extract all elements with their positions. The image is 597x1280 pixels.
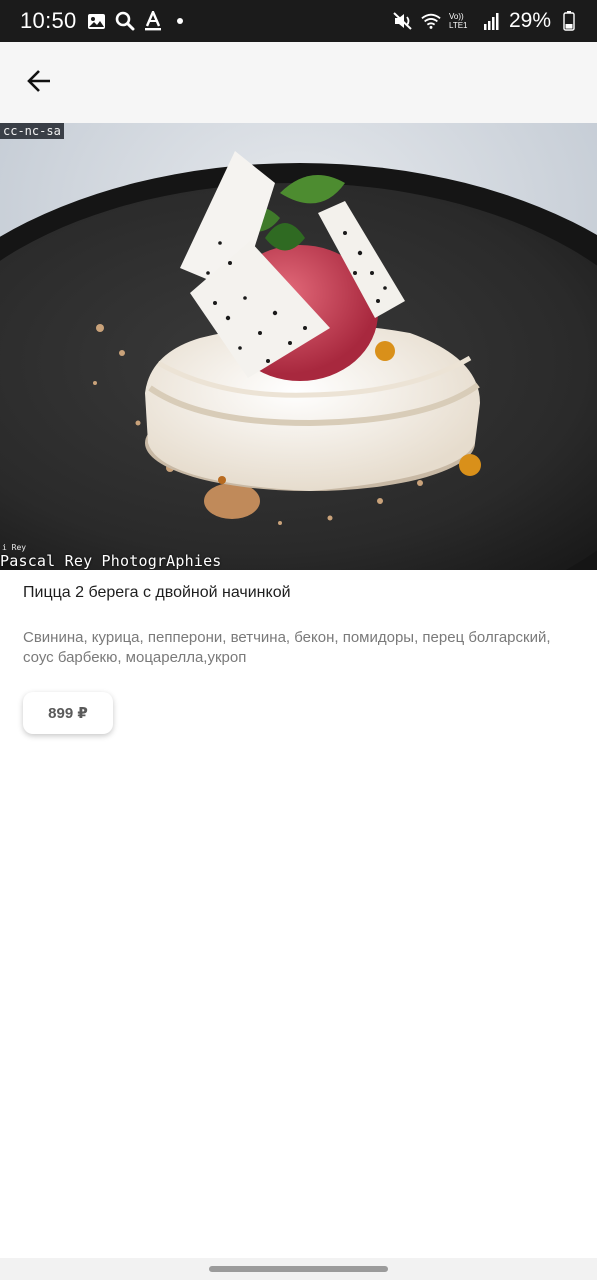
dessert-photo — [0, 123, 597, 570]
search-icon — [115, 11, 135, 31]
text-format-icon — [143, 11, 163, 31]
photo-credit-small: i Rey — [2, 543, 27, 552]
status-icons-right: Vo)) LTE1 29% — [393, 9, 579, 33]
gallery-icon — [87, 11, 107, 31]
status-time: 10:50 — [20, 8, 77, 33]
price-label: 899 ₽ — [48, 705, 88, 722]
photo-credit: Pascal Rey PhotogrAphies — [0, 552, 222, 570]
app-bar — [0, 42, 597, 123]
back-button[interactable] — [18, 62, 60, 104]
status-icons-left — [87, 11, 183, 31]
volte-lte-icon: Vo)) LTE1 — [448, 12, 468, 30]
signal-icon — [481, 11, 501, 31]
battery-percent: 29% — [508, 9, 551, 32]
navigation-bar — [0, 1258, 597, 1280]
home-indicator[interactable] — [209, 1266, 388, 1272]
price-button[interactable]: 899 ₽ — [23, 692, 113, 734]
battery-icon — [559, 11, 579, 31]
arrow-left-icon — [26, 69, 52, 98]
product-description: Свинина, курица, пепперони, ветчина, бек… — [23, 629, 551, 666]
status-bar: 10:50 Vo)) LTE1 29% — [0, 0, 597, 42]
product-title: Пицца 2 берега с двойной начинкой — [23, 584, 291, 601]
license-tag: cc-nc-sa — [0, 123, 64, 139]
wifi-icon — [421, 11, 441, 31]
mute-icon — [393, 11, 413, 31]
product-image: cc-nc-sa i Rey Pascal Rey PhotogrAphies — [0, 123, 597, 570]
notification-dot-icon — [176, 18, 183, 24]
